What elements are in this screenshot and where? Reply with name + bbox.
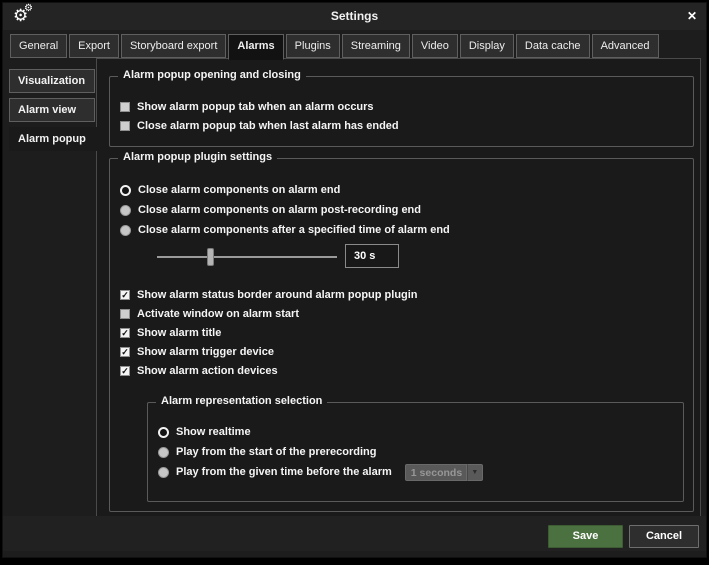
group-alarm-popup-opening-closing: Alarm popup opening and closing Show ala… (109, 76, 694, 147)
sidebar-item-alarm-view[interactable]: Alarm view (9, 98, 95, 122)
tab-streaming[interactable]: Streaming (342, 34, 410, 58)
checkbox-row-show-alarm-trigger-device[interactable]: ✓ Show alarm trigger device (120, 342, 685, 361)
alarm-end-time-value-field[interactable]: 30 s (345, 244, 399, 268)
slider-thumb[interactable] (207, 248, 214, 266)
sidebar-item-alarm-popup[interactable]: Alarm popup (9, 127, 98, 151)
radio-label: Play from the start of the prerecording (176, 446, 376, 458)
checkbox-label: Close alarm popup tab when last alarm ha… (137, 120, 399, 132)
checkbox-label: Show alarm trigger device (137, 346, 274, 358)
group-title: Alarm popup opening and closing (118, 69, 306, 81)
tab-video[interactable]: Video (412, 34, 458, 58)
checkbox-checked-icon[interactable]: ✓ (120, 328, 130, 338)
checkbox-row-show-alarm-popup-tab[interactable]: Show alarm popup tab when an alarm occur… (120, 97, 685, 116)
save-button[interactable]: Save (548, 525, 623, 548)
checkbox-label: Show alarm popup tab when an alarm occur… (137, 101, 374, 113)
tab-alarms[interactable]: Alarms (228, 34, 283, 60)
dialog-footer: Save Cancel (3, 516, 706, 551)
tab-general[interactable]: General (10, 34, 67, 58)
radio-row-close-on-post-recording-end[interactable]: Close alarm components on alarm post-rec… (120, 200, 685, 220)
tab-storyboard-export[interactable]: Storyboard export (121, 34, 226, 58)
window-title: Settings (3, 3, 706, 30)
checkbox-label: Activate window on alarm start (137, 308, 299, 320)
checkbox-row-activate-window[interactable]: Activate window on alarm start (120, 304, 685, 323)
group-alarm-popup-plugin-settings: Alarm popup plugin settings Close alarm … (109, 158, 694, 512)
checkbox-label: Show alarm title (137, 327, 221, 339)
checkbox-row-show-alarm-action-devices[interactable]: ✓ Show alarm action devices (120, 361, 685, 380)
dropdown-value[interactable]: 1 seconds (405, 464, 467, 481)
radio-label: Close alarm components on alarm end (138, 184, 340, 196)
radio-label: Close alarm components after a specified… (138, 224, 450, 236)
radio-icon[interactable] (120, 185, 131, 196)
tab-plugins[interactable]: Plugins (286, 34, 340, 58)
alarm-settings-sidebar: Visualization Alarm view Alarm popup (9, 69, 98, 156)
checkbox-row-show-alarm-title[interactable]: ✓ Show alarm title (120, 323, 685, 342)
radio-label: Show realtime (176, 426, 251, 438)
settings-tab-bar: General Export Storyboard export Alarms … (10, 34, 659, 60)
radio-row-close-on-alarm-end[interactable]: Close alarm components on alarm end (120, 180, 685, 200)
tab-export[interactable]: Export (69, 34, 119, 58)
cancel-button[interactable]: Cancel (629, 525, 699, 548)
tab-display[interactable]: Display (460, 34, 514, 58)
time-before-alarm-dropdown[interactable]: 1 seconds ▼ (405, 464, 483, 481)
radio-label: Play from the given time before the alar… (176, 466, 392, 478)
sidebar-item-visualization[interactable]: Visualization (9, 69, 95, 93)
title-bar: ⚙ ⚙ Settings ✕ (3, 3, 706, 30)
chevron-down-icon[interactable]: ▼ (467, 464, 483, 481)
slider-track[interactable] (157, 256, 337, 258)
group-title: Alarm popup plugin settings (118, 151, 277, 163)
checkbox-label: Show alarm action devices (137, 365, 278, 377)
radio-icon[interactable] (120, 205, 131, 216)
checkbox-icon[interactable] (120, 309, 130, 319)
radio-label: Close alarm components on alarm post-rec… (138, 204, 421, 216)
radio-icon[interactable] (158, 427, 169, 438)
checkbox-checked-icon[interactable]: ✓ (120, 347, 130, 357)
group-alarm-representation-selection: Alarm representation selection Show real… (147, 402, 684, 502)
close-icon[interactable]: ✕ (687, 3, 697, 30)
checkbox-checked-icon[interactable]: ✓ (120, 290, 130, 300)
checkbox-label: Show alarm status border around alarm po… (137, 289, 418, 301)
alarm-end-time-slider[interactable] (157, 247, 337, 267)
checkbox-row-close-alarm-popup-tab[interactable]: Close alarm popup tab when last alarm ha… (120, 116, 685, 135)
radio-row-play-from-given-time[interactable]: Play from the given time before the alar… (158, 462, 675, 482)
radio-row-close-after-specified-time[interactable]: Close alarm components after a specified… (120, 220, 685, 240)
radio-icon[interactable] (120, 225, 131, 236)
tab-advanced[interactable]: Advanced (592, 34, 659, 58)
radio-row-show-realtime[interactable]: Show realtime (158, 422, 675, 442)
checkbox-icon[interactable] (120, 121, 130, 131)
alarm-popup-settings-page: Alarm popup opening and closing Show ala… (96, 58, 701, 520)
checkbox-checked-icon[interactable]: ✓ (120, 366, 130, 376)
checkbox-icon[interactable] (120, 102, 130, 112)
group-title: Alarm representation selection (156, 395, 327, 407)
radio-icon[interactable] (158, 467, 169, 478)
radio-icon[interactable] (158, 447, 169, 458)
tab-data-cache[interactable]: Data cache (516, 34, 590, 58)
settings-window: ⚙ ⚙ Settings ✕ General Export Storyboard… (2, 2, 707, 558)
radio-row-play-from-prerecording-start[interactable]: Play from the start of the prerecording (158, 442, 675, 462)
checkbox-row-show-alarm-status-border[interactable]: ✓ Show alarm status border around alarm … (120, 285, 685, 304)
